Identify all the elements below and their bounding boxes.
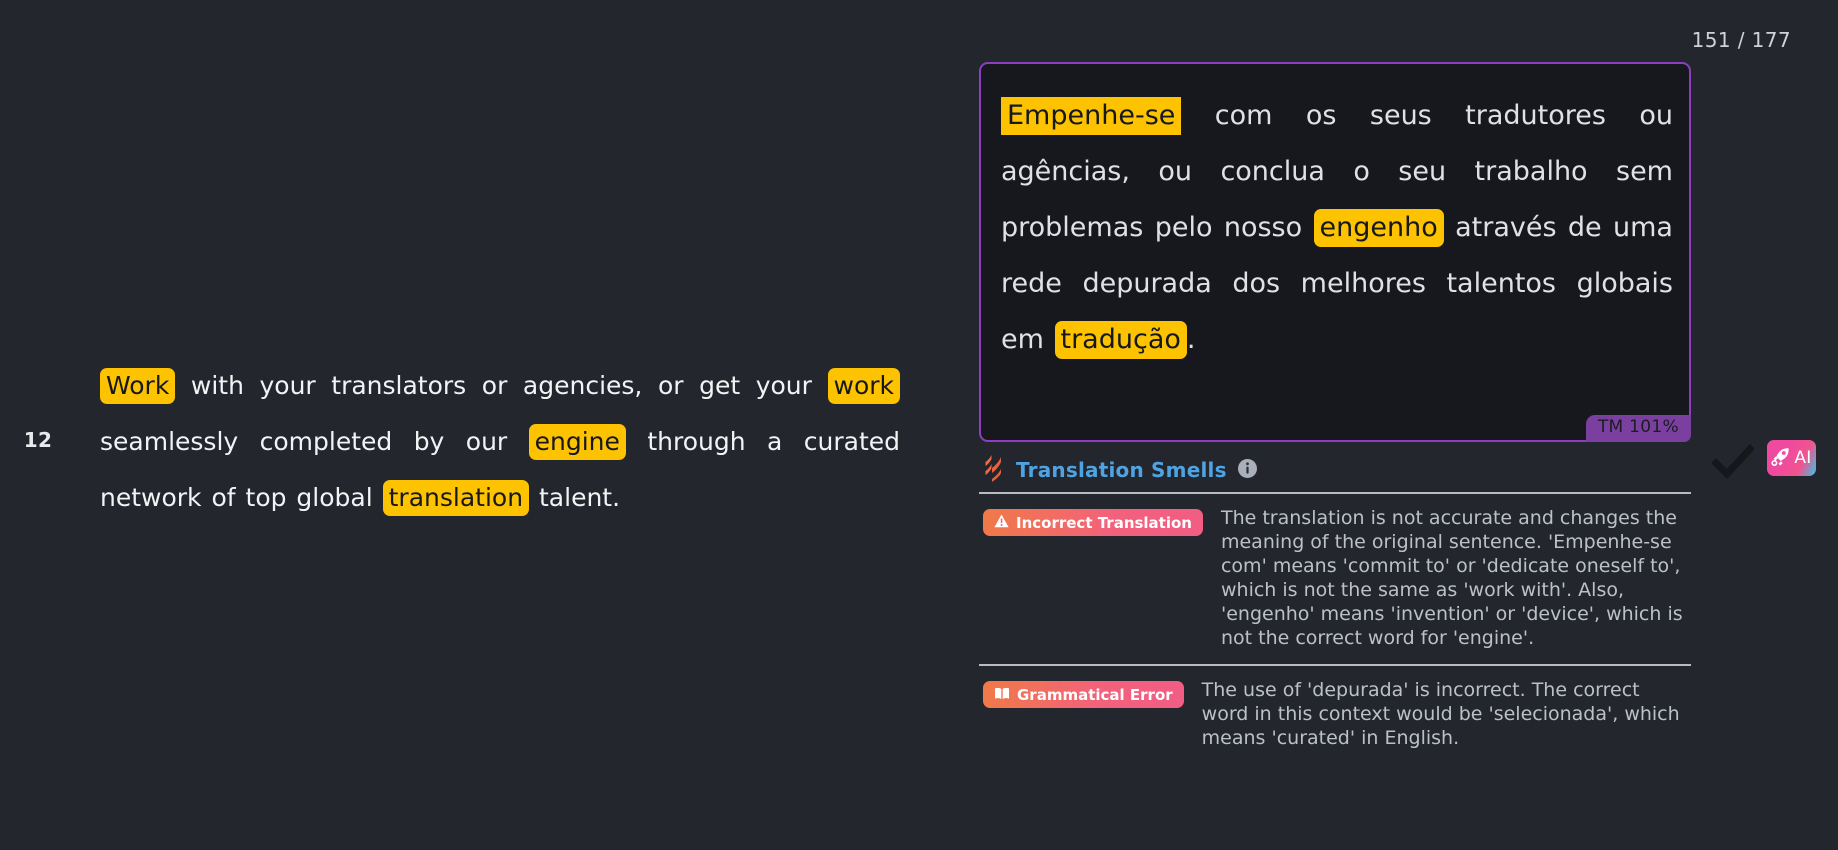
ai-assist-button[interactable]: AI	[1767, 440, 1816, 476]
source-term-highlight-translation[interactable]: translation	[382, 480, 530, 516]
target-term-highlight-traducao[interactable]: tradução	[1054, 321, 1187, 359]
source-text-run-2: seamlessly completed by our	[100, 427, 529, 456]
target-text[interactable]: Empenhe-se com os seus tradutores ou agê…	[1001, 88, 1673, 368]
segment-row-number: 12	[23, 428, 53, 452]
target-text-run-3: .	[1186, 324, 1196, 355]
target-term-highlight-empenhe-se[interactable]: Empenhe-se	[1001, 97, 1182, 135]
source-text-run-1: with your translators or agencies, or ge…	[175, 371, 828, 400]
confirm-segment-button[interactable]	[1711, 441, 1755, 483]
translation-smells-header: Translation Smells	[979, 448, 1691, 492]
smell-badge-grammatical-error[interactable]: Grammatical Error	[983, 681, 1184, 708]
target-term-highlight-engenho[interactable]: engenho	[1313, 209, 1444, 247]
smell-item[interactable]: Incorrect Translation The translation is…	[979, 492, 1691, 664]
tm-match-badge[interactable]: TM 101%	[1585, 415, 1691, 442]
translation-editor-screen: 12 Work with your translators or agencie…	[0, 0, 1838, 850]
translation-smells-panel: Translation Smells Incorrect Translation…	[979, 448, 1691, 820]
source-term-highlight-engine[interactable]: engine	[528, 424, 626, 460]
smell-description: The translation is not accurate and chan…	[1220, 507, 1683, 649]
segment-counter: 151 / 177	[1691, 28, 1791, 52]
smell-badge-label: Grammatical Error	[1017, 685, 1173, 704]
translation-smells-list: Incorrect Translation The translation is…	[979, 492, 1691, 764]
source-term-highlight-work[interactable]: work	[827, 368, 900, 404]
smell-item[interactable]: Grammatical Error The use of 'depurada' …	[979, 664, 1691, 764]
smell-description: The use of 'depurada' is incorrect. The …	[1201, 679, 1680, 749]
target-editor-box[interactable]: Empenhe-se com os seus tradutores ou agê…	[979, 62, 1691, 442]
source-text[interactable]: Work with your translators or agencies, …	[100, 358, 900, 526]
source-text-run-4: talent.	[529, 483, 621, 512]
rocket-icon	[1771, 447, 1790, 470]
translation-smells-title: Translation Smells	[1016, 458, 1227, 482]
flame-icon	[983, 454, 1005, 486]
info-circle-icon[interactable]	[1237, 459, 1257, 482]
source-term-highlight-work-cap[interactable]: Work	[100, 368, 176, 404]
source-segment-pane: 12 Work with your translators or agencie…	[0, 0, 980, 850]
warning-triangle-icon	[994, 514, 1009, 532]
smell-badge-label: Incorrect Translation	[1016, 513, 1192, 532]
ai-button-label: AI	[1794, 447, 1812, 468]
smell-badge-incorrect-translation[interactable]: Incorrect Translation	[983, 509, 1203, 536]
open-book-icon	[994, 686, 1010, 704]
